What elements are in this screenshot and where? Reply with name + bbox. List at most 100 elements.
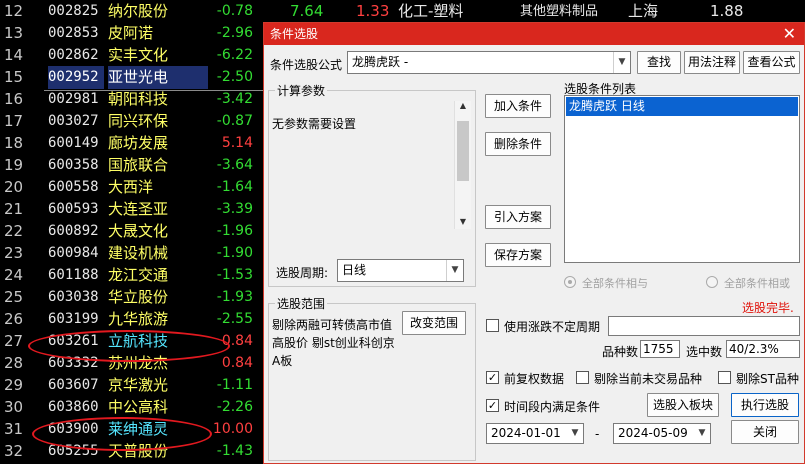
stock-name: 京华激光 (108, 376, 169, 394)
chevron-down-icon[interactable]: ▼ (567, 424, 583, 443)
stock-name: 亚世光电 (108, 66, 208, 89)
top-industry: 化工-塑料 (398, 2, 464, 20)
period-combo[interactable]: 日线 ▼ (337, 259, 464, 282)
import-plan-button[interactable]: 引入方案 (485, 205, 551, 229)
remove-st-label: 剔除ST品种 (736, 372, 799, 386)
save-plan-button[interactable]: 保存方案 (485, 243, 551, 267)
stock-name: 大西洋 (108, 178, 154, 196)
stock-code: 002853 (48, 25, 99, 41)
stock-change: -2.55 (216, 311, 253, 327)
stock-change: -1.64 (216, 179, 253, 195)
stock-code: 002862 (48, 47, 99, 63)
start-date-value: 2024-01-01 (491, 426, 561, 440)
uncertain-period-label: 使用涨跌不定周期 (504, 320, 601, 334)
stock-code: 603900 (48, 421, 99, 437)
row-number: 26 (4, 310, 24, 328)
stock-code: 601188 (48, 267, 99, 283)
stock-change: -2.50 (216, 69, 253, 85)
stock-change: -1.96 (216, 223, 253, 239)
period-label: 选股周期: (276, 266, 329, 280)
add-condition-button[interactable]: 加入条件 (485, 94, 551, 118)
stock-name: 实丰文化 (108, 46, 169, 64)
remove-st-checkbox[interactable] (718, 371, 731, 384)
row-number: 23 (4, 244, 24, 262)
row-number: 32 (4, 442, 24, 460)
time-range-label: 时间段内满足条件 (504, 400, 601, 414)
stock-name: 同兴环保 (108, 112, 169, 130)
stock-name: 大晟文化 (108, 222, 169, 240)
date-dash: - (595, 427, 600, 441)
radio-or[interactable] (706, 276, 718, 288)
stock-code: 603199 (48, 311, 99, 327)
remove-untraded-label: 剔除当前未交易品种 (594, 372, 703, 386)
radio-and[interactable] (564, 276, 576, 288)
to-block-button[interactable]: 选股入板块 (647, 393, 719, 417)
count-label: 品种数 (602, 345, 639, 359)
stock-change: 0.84 (221, 355, 253, 371)
row-number: 13 (4, 24, 24, 42)
stock-change: -6.22 (216, 47, 253, 63)
calc-params-text: 无参数需要设置 (272, 117, 357, 131)
usage-notes-button[interactable]: 用法注释 (684, 51, 740, 74)
stock-code: 603261 (48, 333, 99, 349)
end-date-value: 2024-05-09 (618, 426, 688, 440)
close-icon[interactable]: ✕ (783, 23, 796, 45)
row-number: 12 (4, 2, 24, 20)
stock-code: 002981 (48, 91, 99, 107)
stock-code: 600984 (48, 245, 99, 261)
condition-listbox[interactable]: 龙腾虎跃 日线 (564, 95, 800, 263)
row-number: 24 (4, 266, 24, 284)
chevron-down-icon[interactable]: ▼ (446, 260, 463, 281)
chevron-down-icon[interactable]: ▼ (694, 424, 710, 443)
stock-code: 605255 (48, 443, 99, 459)
top-sub-industry: 其他塑料制品 (520, 4, 599, 19)
scroll-thumb[interactable] (457, 121, 469, 181)
fq-checkbox[interactable]: ✓ (486, 371, 499, 384)
dialog-title: 条件选股 (270, 27, 319, 41)
calc-params-scrollbar[interactable]: ▲ ▼ (454, 101, 471, 229)
find-button[interactable]: 查找 (637, 51, 681, 74)
stock-name: 华立股份 (108, 288, 169, 306)
stock-name: 龙江交通 (108, 266, 169, 284)
view-formula-button[interactable]: 查看公式 (743, 51, 800, 74)
scope-title: 选股范围 (275, 295, 328, 312)
stock-change: -2.26 (216, 399, 253, 415)
delete-condition-button[interactable]: 删除条件 (485, 132, 551, 156)
condition-select-dialog: 条件选股 ✕ 条件选股公式 龙腾虎跃 - ▼ 查找 用法注释 查看公式 计算参数… (263, 22, 805, 464)
scroll-up-icon[interactable]: ▲ (455, 101, 471, 113)
time-range-checkbox[interactable]: ✓ (486, 399, 499, 412)
remove-untraded-checkbox[interactable] (576, 371, 589, 384)
top-value-2: 1.33 (356, 2, 390, 20)
uncertain-period-input[interactable] (608, 316, 800, 336)
formula-value: 龙腾虎跃 - (352, 55, 409, 69)
scroll-down-icon[interactable]: ▼ (455, 217, 471, 229)
stock-name: 纳尔股份 (108, 2, 169, 20)
stock-change: -1.90 (216, 245, 253, 261)
row-number: 18 (4, 134, 24, 152)
stock-name: 皮阿诺 (108, 24, 154, 42)
stock-code: 600558 (48, 179, 99, 195)
selected-value: 40/2.3% (726, 340, 800, 358)
dialog-titlebar[interactable]: 条件选股 ✕ (264, 23, 804, 45)
end-date-picker[interactable]: 2024-05-09 ▼ (613, 423, 711, 444)
execute-select-button[interactable]: 执行选股 (731, 393, 799, 417)
formula-combo[interactable]: 龙腾虎跃 - ▼ (347, 51, 631, 74)
stock-name: 苏州龙杰 (108, 354, 169, 372)
scope-text: 剔除两融可转债高市值高股价 剔st创业科创京A板 (272, 318, 395, 368)
radio-and-label: 全部条件相与 (582, 277, 648, 290)
top-region: 上海 (628, 2, 659, 20)
row-number: 25 (4, 288, 24, 306)
change-scope-button[interactable]: 改变范围 (402, 311, 466, 335)
stock-code: 603607 (48, 377, 99, 393)
start-date-picker[interactable]: 2024-01-01 ▼ (486, 423, 584, 444)
stock-change: -1.53 (216, 267, 253, 283)
stock-name: 中公高科 (108, 398, 169, 416)
chevron-down-icon[interactable]: ▼ (613, 52, 630, 73)
uncertain-period-checkbox[interactable] (486, 319, 499, 332)
stock-change: -3.64 (216, 157, 253, 173)
close-button[interactable]: 关闭 (731, 420, 799, 444)
condition-item[interactable]: 龙腾虎跃 日线 (566, 97, 798, 116)
stock-code: 603038 (48, 289, 99, 305)
stock-change: 10.00 (212, 421, 253, 437)
stock-change: -3.42 (216, 91, 253, 107)
